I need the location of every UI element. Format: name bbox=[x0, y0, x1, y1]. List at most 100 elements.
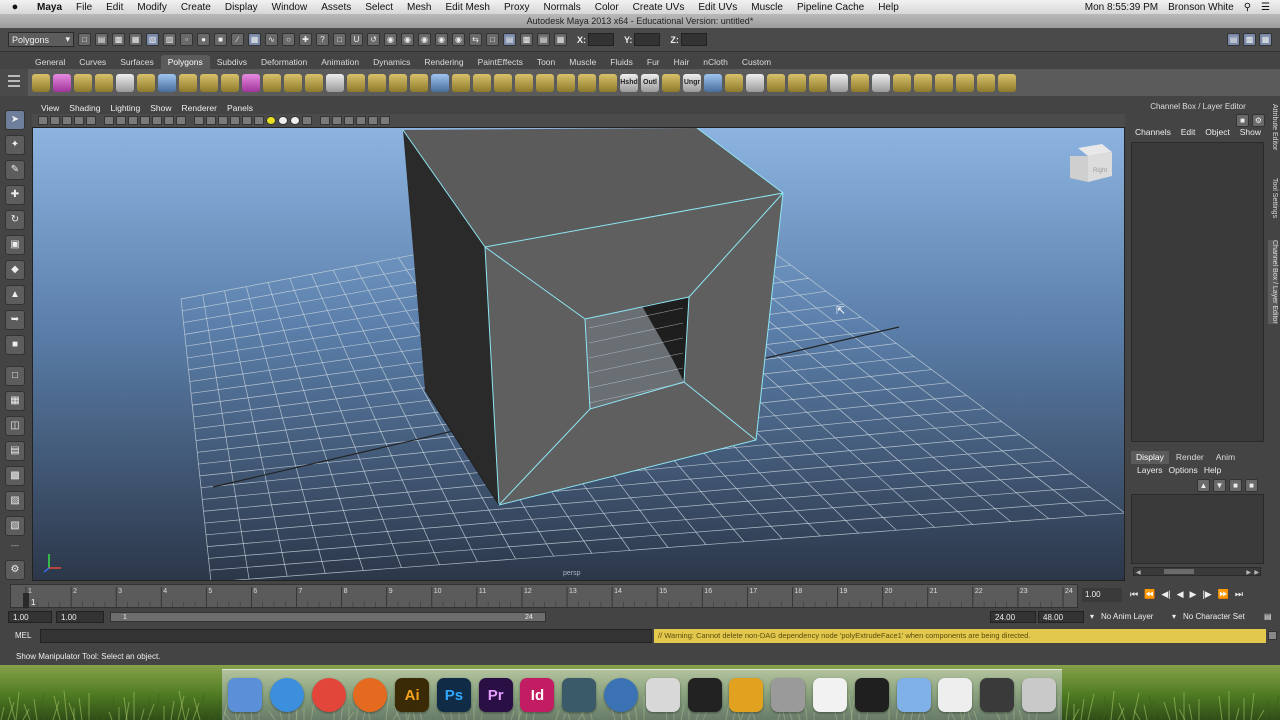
viewport-tool-icon[interactable] bbox=[50, 116, 60, 125]
viewport-menu-show[interactable]: Show bbox=[145, 103, 176, 113]
chrome-icon[interactable] bbox=[311, 678, 346, 712]
viewport-tool-icon[interactable] bbox=[302, 116, 312, 125]
channel-box-menu-show[interactable]: Show bbox=[1240, 127, 1261, 141]
layer-scrollbar[interactable]: ◀ ▶ ▶ bbox=[1133, 567, 1261, 576]
mac-menu-maya[interactable]: Maya bbox=[30, 2, 69, 13]
scale-tool-icon[interactable]: ▣ bbox=[5, 235, 25, 255]
shelf-tool-icon[interactable] bbox=[536, 73, 554, 92]
layer-list[interactable] bbox=[1131, 494, 1264, 564]
mac-menu-pipeline-cache[interactable]: Pipeline Cache bbox=[790, 2, 871, 13]
command-input[interactable] bbox=[40, 629, 652, 643]
show-manipulator-icon[interactable]: ➥ bbox=[5, 310, 25, 330]
shelf-tool-icon[interactable] bbox=[389, 73, 407, 92]
shelf-tab-polygons[interactable]: Polygons bbox=[160, 55, 210, 69]
scroll-end-icon[interactable]: ▶ bbox=[1254, 569, 1259, 576]
shelf-tool-icon[interactable] bbox=[179, 73, 197, 92]
current-time-field[interactable]: 1.00 bbox=[1082, 588, 1122, 602]
shelf-tool-icon[interactable] bbox=[767, 73, 785, 92]
shelf-tool-icon[interactable] bbox=[158, 73, 176, 92]
indesign-icon[interactable]: Id bbox=[520, 678, 555, 712]
channel-box-settings-icon[interactable]: ⚙ bbox=[1252, 114, 1265, 127]
mac-menu-proxy[interactable]: Proxy bbox=[497, 2, 537, 13]
shelf-tool-icon[interactable] bbox=[935, 73, 953, 92]
channel-box-display-icon[interactable]: ■ bbox=[1236, 114, 1249, 127]
mac-menu-window[interactable]: Window bbox=[265, 2, 315, 13]
channel-box-menu-edit[interactable]: Edit bbox=[1181, 127, 1196, 141]
firefox-icon[interactable] bbox=[353, 678, 388, 712]
apple-icon[interactable]: ● bbox=[0, 1, 30, 13]
shelf-tool-icon[interactable] bbox=[956, 73, 974, 92]
shelf-tab-ncloth[interactable]: nCloth bbox=[696, 55, 735, 69]
range-bar[interactable]: 1 24 bbox=[110, 612, 546, 622]
shelf-tool-icon[interactable] bbox=[725, 73, 743, 92]
mac-menu-edit-uvs[interactable]: Edit UVs bbox=[691, 2, 744, 13]
shelf-tab-general[interactable]: General bbox=[28, 55, 72, 69]
shelf-tab-surfaces[interactable]: Surfaces bbox=[113, 55, 161, 69]
abs-transform-icon[interactable]: ▩ bbox=[520, 33, 533, 46]
snap-point-icon[interactable]: ○ bbox=[282, 33, 295, 46]
premiere-icon[interactable]: Pr bbox=[478, 678, 513, 712]
folder-icon[interactable] bbox=[896, 678, 931, 712]
search-icon[interactable]: ⚲ bbox=[1244, 2, 1251, 13]
shelf-tool-icon[interactable] bbox=[32, 73, 50, 92]
shelf-tool-icon[interactable] bbox=[116, 73, 134, 92]
viewport-scene[interactable] bbox=[33, 128, 1125, 581]
transform-field-icon[interactable]: ▦ bbox=[554, 33, 567, 46]
viewport-tool-icon[interactable] bbox=[164, 116, 174, 125]
layout-more-icon[interactable]: — bbox=[11, 541, 19, 550]
z-field[interactable]: Z: bbox=[670, 33, 707, 46]
attribute-editor-toggle-icon[interactable]: ▤ bbox=[1227, 33, 1240, 46]
scroll-left-icon[interactable]: ◀ bbox=[1136, 569, 1141, 576]
mac-menu-select[interactable]: Select bbox=[358, 2, 400, 13]
viewport-tool-icon[interactable] bbox=[176, 116, 186, 125]
range-end-field[interactable]: 24.00 bbox=[990, 611, 1036, 623]
play-backwards-icon[interactable]: ◀ bbox=[1177, 589, 1184, 600]
scroll-thumb[interactable] bbox=[1164, 569, 1194, 574]
shelf-tool-icon[interactable] bbox=[872, 73, 890, 92]
layout-extra-icon[interactable]: ▧ bbox=[5, 516, 25, 536]
shelf-tab-animation[interactable]: Animation bbox=[314, 55, 366, 69]
face-mask-icon[interactable]: ■ bbox=[214, 33, 227, 46]
render-frame-icon[interactable]: ◉ bbox=[384, 33, 397, 46]
shelf-options[interactable] bbox=[0, 69, 28, 96]
shelf-tab-muscle[interactable]: Muscle bbox=[562, 55, 603, 69]
shelf-tool-icon[interactable] bbox=[410, 73, 428, 92]
viewport-tool-icon[interactable] bbox=[356, 116, 366, 125]
viewport-tool-icon[interactable] bbox=[290, 116, 300, 125]
viewport-menu-lighting[interactable]: Lighting bbox=[105, 103, 145, 113]
shelf-tab-painteffects[interactable]: PaintEffects bbox=[471, 55, 530, 69]
shelf-menu-icon[interactable] bbox=[8, 75, 20, 77]
current-frame-marker[interactable] bbox=[23, 593, 29, 608]
shelf-tool-icon[interactable] bbox=[788, 73, 806, 92]
shelf-tab-toon[interactable]: Toon bbox=[530, 55, 562, 69]
lock-icon[interactable]: □ bbox=[333, 33, 346, 46]
tab-tool-settings[interactable]: Tool Settings bbox=[1268, 178, 1278, 218]
universal-manipulator-icon[interactable]: ◆ bbox=[5, 260, 25, 280]
shelf-tool-icon[interactable] bbox=[977, 73, 995, 92]
shelf-tool-icon[interactable] bbox=[263, 73, 281, 92]
shelf-tool-icon[interactable] bbox=[515, 73, 533, 92]
tab-channel-box-layer-editor[interactable]: Channel Box / Layer Editor bbox=[1268, 240, 1278, 324]
shelf-tool-icon[interactable] bbox=[557, 73, 575, 92]
step-back-key-icon[interactable]: ⏪ bbox=[1144, 589, 1155, 600]
shelf-tool-icon[interactable] bbox=[704, 73, 722, 92]
shelf-tool-icon[interactable] bbox=[242, 73, 260, 92]
shelf-tool-icon[interactable] bbox=[347, 73, 365, 92]
shelf-tool-icon[interactable] bbox=[137, 73, 155, 92]
shelf-tab-dynamics[interactable]: Dynamics bbox=[366, 55, 417, 69]
shelf-tool-icon[interactable] bbox=[221, 73, 239, 92]
x-input[interactable] bbox=[588, 33, 614, 46]
tool-settings-toggle-icon[interactable]: ▩ bbox=[1243, 33, 1256, 46]
shelf-tab-curves[interactable]: Curves bbox=[72, 55, 113, 69]
command-language-label[interactable]: MEL bbox=[15, 631, 31, 640]
shelf-tool-icon[interactable] bbox=[284, 73, 302, 92]
mac-menu-edit[interactable]: Edit bbox=[99, 2, 130, 13]
layer-down-icon[interactable]: ▼ bbox=[1213, 479, 1226, 492]
scroll-right-icon[interactable]: ▶ bbox=[1246, 569, 1251, 576]
shelf-tool-icon[interactable] bbox=[95, 73, 113, 92]
document-icon[interactable] bbox=[812, 678, 847, 712]
shelf-tool-icon[interactable] bbox=[74, 73, 92, 92]
range-start-field[interactable]: 1.00 bbox=[56, 611, 104, 623]
last-tool-icon[interactable]: ■ bbox=[5, 335, 25, 355]
shelf-tool-icon[interactable]: Outl bbox=[641, 73, 659, 92]
